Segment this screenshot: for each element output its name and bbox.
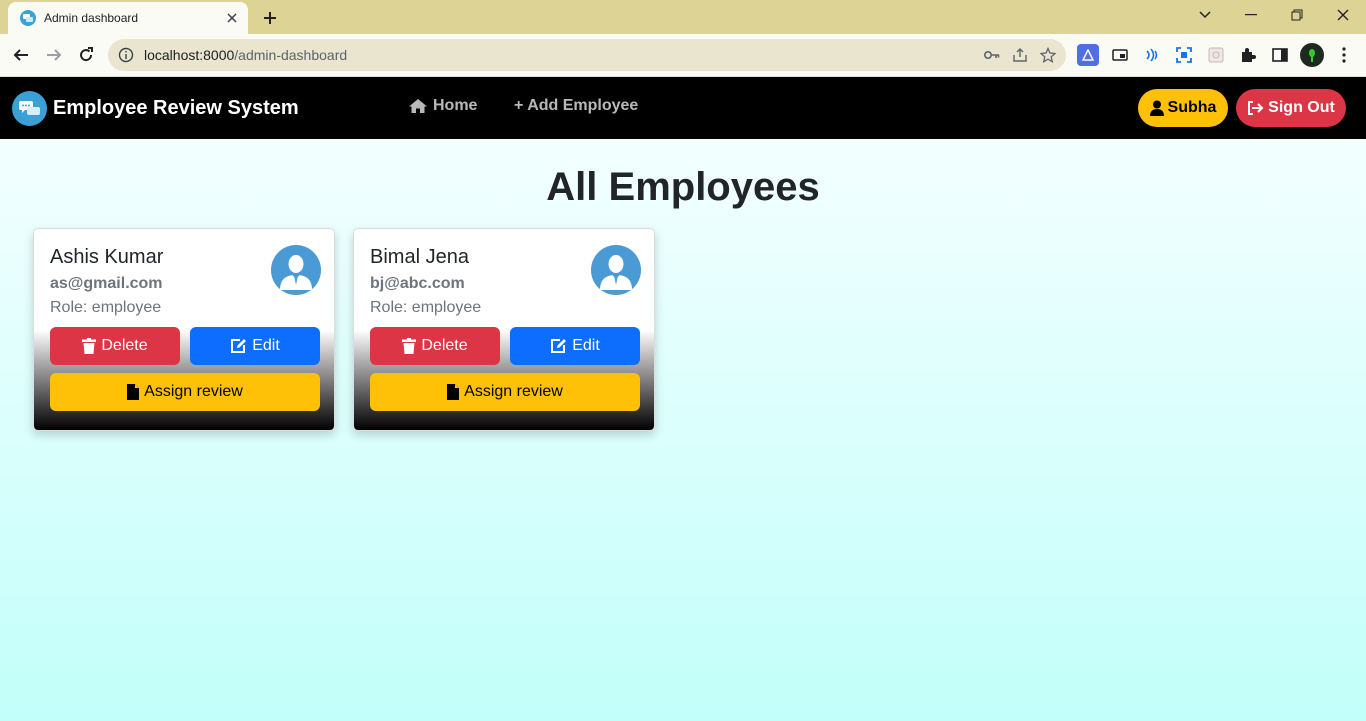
forward-arrow-icon[interactable] — [39, 40, 69, 70]
employee-avatar-icon — [591, 245, 641, 295]
minimize-icon[interactable] — [1228, 0, 1274, 30]
brand-title: Employee Review System — [53, 97, 299, 119]
trash-icon — [402, 338, 417, 354]
employee-email: as@gmail.com — [50, 275, 163, 292]
new-tab-icon[interactable] — [258, 6, 282, 30]
restore-icon[interactable] — [1274, 0, 1320, 30]
house-icon — [409, 99, 427, 113]
browser-toolbar: localhost:8000/admin-dashboard — [0, 34, 1366, 77]
sign-out-button[interactable]: Sign Out — [1236, 89, 1346, 127]
nav-home-link[interactable]: Home — [408, 97, 477, 115]
user-icon — [1149, 100, 1164, 116]
page-title: All Employees — [546, 165, 820, 209]
delete-button[interactable]: Delete — [370, 327, 500, 365]
app-navbar: Employee Review System Home + Add Employ… — [0, 77, 1366, 139]
tab-search-chevron-icon[interactable] — [1182, 0, 1228, 30]
browser-menu-icon[interactable] — [1333, 44, 1355, 66]
assign-review-button[interactable]: Assign review — [370, 373, 640, 411]
tab-title: Admin dashboard — [44, 11, 139, 25]
cast-waves-icon[interactable] — [1141, 44, 1163, 66]
employee-card: Ashis Kumar as@gmail.com Role: employee … — [33, 228, 335, 431]
assign-review-label: Assign review — [144, 383, 243, 400]
reload-icon[interactable] — [71, 40, 101, 70]
site-info-icon[interactable] — [118, 47, 134, 63]
user-profile-button[interactable]: Subha — [1138, 89, 1228, 127]
address-bar[interactable]: localhost:8000/admin-dashboard — [108, 39, 1066, 71]
employee-email: bj@abc.com — [370, 275, 465, 292]
close-window-icon[interactable] — [1320, 0, 1366, 30]
edit-button[interactable]: Edit — [190, 327, 320, 365]
sign-out-icon — [1248, 101, 1264, 115]
employee-avatar-icon — [271, 245, 321, 295]
main-content: All Employees Ashis Kumar as@gmail.com R… — [0, 139, 1366, 721]
trash-icon — [82, 338, 97, 354]
delete-label: Delete — [421, 337, 468, 354]
back-arrow-icon[interactable] — [6, 40, 36, 70]
brand-link[interactable]: Employee Review System — [12, 91, 299, 126]
share-icon[interactable] — [1006, 41, 1034, 69]
assign-review-button[interactable]: Assign review — [50, 373, 320, 411]
assign-review-label: Assign review — [464, 383, 563, 400]
url-host: localhost:8000 — [144, 47, 235, 63]
nav-home-label: Home — [433, 97, 478, 114]
edit-label: Edit — [252, 337, 280, 354]
employee-role: Role: employee — [50, 299, 162, 316]
key-icon[interactable] — [978, 41, 1006, 69]
edit-label: Edit — [572, 337, 600, 354]
sign-out-label: Sign Out — [1268, 99, 1335, 116]
side-panel-icon[interactable] — [1269, 44, 1291, 66]
screenshot-icon[interactable] — [1173, 44, 1195, 66]
file-icon — [127, 384, 140, 400]
browser-tab[interactable]: Admin dashboard — [8, 2, 248, 34]
picture-in-picture-icon[interactable] — [1109, 44, 1131, 66]
extension-a-icon[interactable] — [1077, 44, 1099, 66]
extensions-puzzle-icon[interactable] — [1237, 44, 1259, 66]
chat-bubbles-logo-icon — [12, 91, 47, 126]
bookmark-star-icon[interactable] — [1034, 41, 1062, 69]
employee-role: Role: employee — [370, 299, 482, 316]
nav-add-employee-link[interactable]: + Add Employee — [514, 97, 638, 115]
delete-button[interactable]: Delete — [50, 327, 180, 365]
browser-tabstrip: Admin dashboard — [0, 0, 1366, 34]
extension-grid-icon[interactable] — [1205, 44, 1227, 66]
delete-label: Delete — [101, 337, 148, 354]
url-text[interactable]: localhost:8000/admin-dashboard — [144, 47, 978, 63]
edit-button[interactable]: Edit — [510, 327, 640, 365]
url-path: /admin-dashboard — [234, 47, 348, 63]
edit-icon — [551, 339, 567, 353]
employee-card: Bimal Jena bj@abc.com Role: employee Del… — [353, 228, 655, 431]
employee-name: Ashis Kumar — [50, 246, 164, 268]
employee-name: Bimal Jena — [370, 246, 469, 268]
user-name-label: Subha — [1167, 99, 1217, 116]
profile-avatar-icon[interactable] — [1300, 43, 1324, 67]
close-tab-icon[interactable] — [222, 8, 242, 28]
file-icon — [447, 384, 460, 400]
edit-icon — [231, 339, 247, 353]
nav-add-employee-label: + Add Employee — [514, 97, 639, 114]
chat-favicon-icon — [20, 10, 36, 26]
